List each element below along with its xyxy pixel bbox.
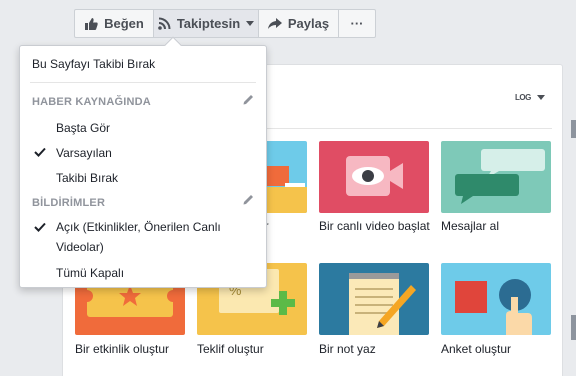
- offer-label[interactable]: Teklif oluştur: [197, 341, 312, 357]
- live-video-label[interactable]: Bir canlı video başlat: [319, 218, 434, 234]
- like-button[interactable]: Beğen: [74, 9, 154, 38]
- news-feed-header: HABER KAYNAĞINDA: [32, 96, 151, 108]
- messages-label[interactable]: Mesajlar al: [441, 218, 556, 234]
- chat-bubbles-icon: [455, 149, 545, 204]
- share-label: Paylaş: [287, 16, 330, 31]
- notepad-pencil-icon: [349, 273, 416, 335]
- share-button[interactable]: Paylaş: [258, 9, 339, 38]
- event-label[interactable]: Bir etkinlik oluştur: [75, 341, 190, 357]
- unfollow-item[interactable]: Takibi Bırak: [20, 171, 266, 185]
- notifications-on-item[interactable]: Açık (Etkinlikler, Önerilen Canlı Videol…: [20, 220, 266, 254]
- thumbs-up-icon: [85, 17, 98, 30]
- menu-separator: [30, 82, 256, 83]
- pencil-icon[interactable]: [242, 93, 255, 106]
- poll-hand-icon: [455, 279, 532, 335]
- chevron-down-icon: [246, 21, 255, 26]
- following-dropdown-menu: Bu Sayfayı Takibi Bırak HABER KAYNAĞINDA…: [19, 36, 267, 288]
- log-label: LOG: [515, 93, 531, 102]
- all-off-item[interactable]: Tümü Kapalı: [20, 266, 266, 280]
- like-label: Beğen: [104, 16, 144, 31]
- video-camera-icon: [346, 156, 403, 196]
- see-first-item[interactable]: Başta Gör: [20, 121, 266, 135]
- note-tile[interactable]: [319, 263, 429, 335]
- live-video-tile[interactable]: [319, 141, 429, 213]
- note-label[interactable]: Bir not yaz: [319, 341, 434, 357]
- notifications-on-line2: Videolar): [56, 240, 104, 254]
- more-options-button[interactable]: ···: [338, 9, 376, 38]
- log-dropdown[interactable]: LOG: [515, 93, 545, 102]
- edge-marker: [571, 315, 576, 340]
- messages-tile[interactable]: [441, 141, 551, 213]
- menu-pointer: [164, 36, 182, 54]
- default-item[interactable]: Varsayılan: [20, 146, 266, 160]
- edge-marker: [571, 120, 576, 138]
- right-edge-strip: [567, 0, 576, 376]
- poll-label[interactable]: Anket oluştur: [441, 341, 556, 357]
- more-label: ···: [350, 16, 364, 31]
- notifications-on-line1: Açık (Etkinlikler, Önerilen Canlı: [56, 220, 221, 234]
- share-arrow-icon: [267, 17, 282, 29]
- rss-icon: [158, 17, 171, 30]
- chevron-down-icon: [536, 95, 545, 100]
- poll-tile[interactable]: [441, 263, 551, 335]
- pencil-icon[interactable]: [242, 193, 255, 206]
- following-label: Takiptesin: [176, 16, 241, 31]
- unfollow-page-item[interactable]: Bu Sayfayı Takibi Bırak: [20, 57, 266, 71]
- page-action-bar: Beğen Takiptesin Paylaş ···: [74, 9, 376, 38]
- following-dropdown-button[interactable]: Takiptesin: [153, 9, 259, 38]
- notifications-header: BİLDİRİMLER: [32, 197, 106, 209]
